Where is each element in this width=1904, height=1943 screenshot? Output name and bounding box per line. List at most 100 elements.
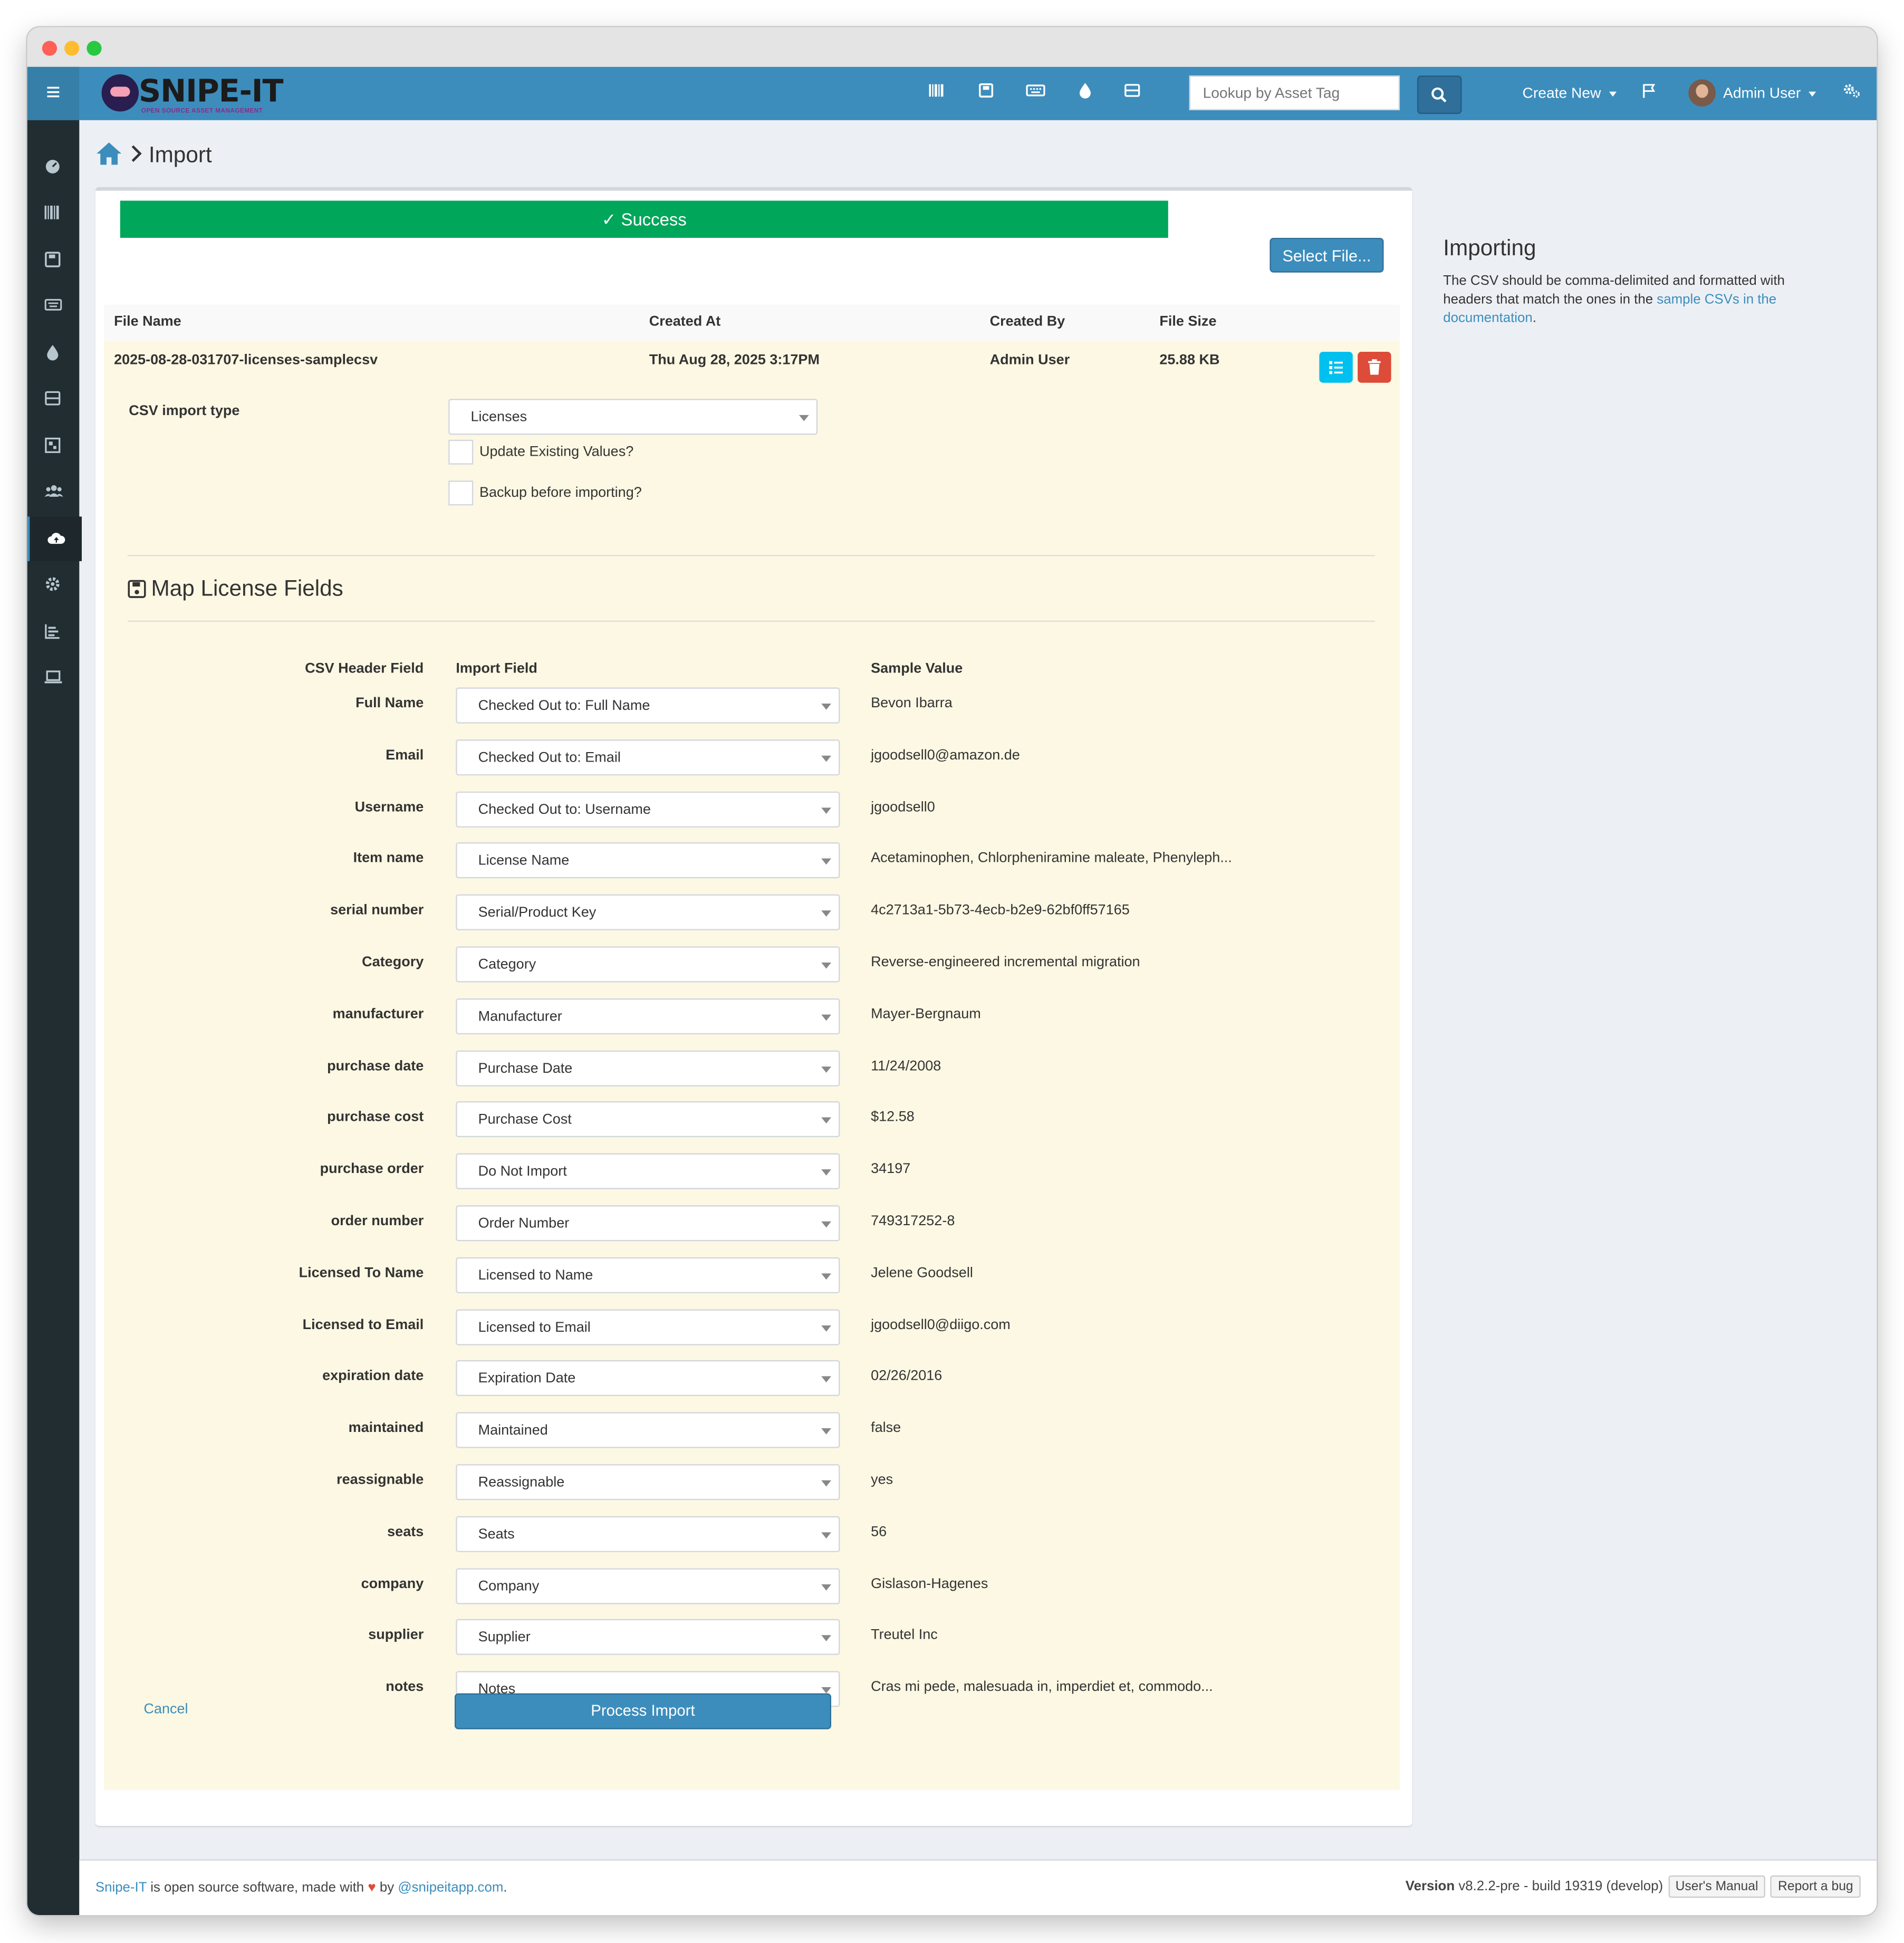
import-field-select[interactable]: Maintained (456, 1412, 840, 1448)
import-field-select[interactable]: Serial/Product Key (456, 894, 840, 930)
csv-header-cell: Email (104, 748, 424, 773)
logo[interactable]: SNIPE-IT OPEN SOURCE ASSET MANAGEMENT (99, 72, 310, 117)
import-field-select[interactable]: Do Not Import (456, 1153, 840, 1189)
sidebar-item-assets[interactable] (27, 191, 80, 236)
import-field-value: Company (478, 1579, 540, 1594)
process-import-button[interactable]: Process Import (454, 1693, 831, 1729)
user-menu-dropdown[interactable]: Admin User (1723, 84, 1816, 102)
sidebar-item-requestable[interactable] (27, 655, 80, 700)
import-field-select[interactable]: Licensed to Email (456, 1309, 840, 1345)
snipeitapp-link[interactable]: @snipeitapp.com (398, 1880, 503, 1895)
update-existing-checkbox[interactable] (448, 439, 474, 465)
sample-value: Reverse-engineered incremental migration (871, 955, 1140, 970)
divider (127, 620, 1376, 622)
hdd-icon[interactable] (977, 82, 999, 104)
import-field-select[interactable]: Purchase Date (456, 1050, 840, 1086)
mapping-row: Email Checked Out to: Email jgoodsell0@ama… (104, 739, 1400, 791)
import-field-heading: Import Field (456, 661, 537, 677)
sidebar-item-settings[interactable] (27, 562, 80, 607)
update-existing-label[interactable]: Update Existing Values? (479, 445, 633, 459)
import-field-value: Category (478, 957, 536, 973)
csv-header-name: Email (386, 748, 424, 763)
sidebar-item-dashboard[interactable] (27, 145, 80, 190)
import-field-select[interactable]: Order Number (456, 1205, 840, 1242)
home-icon[interactable] (95, 141, 123, 166)
caret-down-icon (821, 1066, 831, 1073)
import-field-select[interactable]: Expiration Date (456, 1360, 840, 1396)
column-header-file-size[interactable]: File Size (1159, 315, 1216, 330)
csv-header-cell: reassignable (104, 1473, 424, 1498)
snipe-it-link[interactable]: Snipe-IT (95, 1880, 147, 1895)
import-field-select[interactable]: Category (456, 946, 840, 983)
import-field-select[interactable]: Purchase Cost (456, 1101, 840, 1138)
version-label: Version (1405, 1879, 1455, 1894)
csv-header-name: expiration date (322, 1369, 424, 1384)
csv-header-cell: expiration date (104, 1369, 424, 1393)
caret-down-icon (1609, 91, 1617, 97)
column-header-created-by[interactable]: Created By (990, 315, 1065, 330)
mapping-row: seats Seats 56 (104, 1516, 1400, 1567)
csv-header-cell: maintained (104, 1421, 424, 1446)
cloud-upload-icon (47, 533, 65, 544)
sidebar-item-people[interactable] (27, 469, 80, 514)
csv-header-name: company (361, 1576, 424, 1592)
csv-header-name: Licensed to Email (302, 1318, 424, 1333)
file-name: 2025-08-28-031707-licenses-samplecsv (114, 353, 378, 368)
csv-header-cell: Username (104, 800, 424, 825)
minimize-window-button[interactable] (64, 41, 80, 56)
create-new-dropdown[interactable]: Create New (1523, 84, 1617, 102)
cogs-icon[interactable] (1842, 82, 1864, 104)
import-field-select[interactable]: Manufacturer (456, 998, 840, 1035)
cancel-link[interactable]: Cancel (143, 1702, 188, 1717)
import-field-select[interactable]: Checked Out to: Username (456, 791, 840, 828)
importing-help-title: Importing (1443, 235, 1536, 261)
csv-header-cell: Licensed To Name (104, 1266, 424, 1291)
csv-header-name: Category (362, 955, 424, 970)
barcode-icon[interactable] (928, 82, 950, 104)
tint-icon[interactable] (1076, 82, 1099, 104)
asset-tag-search-input[interactable] (1189, 75, 1400, 111)
import-field-select[interactable]: Seats (456, 1516, 840, 1552)
csv-header-name: reassignable (336, 1473, 424, 1488)
import-field-select[interactable]: Company (456, 1568, 840, 1604)
import-field-value: Checked Out to: Email (478, 751, 621, 766)
sidebar-item-accessories[interactable] (27, 284, 80, 329)
column-header-file-name[interactable]: File Name (114, 315, 181, 330)
flag-icon[interactable] (1640, 82, 1662, 104)
import-field-select[interactable]: Supplier (456, 1619, 840, 1655)
list-check-icon (1329, 361, 1343, 374)
sidebar-item-licenses[interactable] (27, 238, 80, 283)
delete-file-button[interactable] (1358, 352, 1391, 383)
sample-value: Acetaminophen, Chlorpheniramine maleate,… (871, 851, 1232, 866)
import-field-value: Purchase Cost (478, 1112, 572, 1128)
search-button[interactable] (1417, 75, 1462, 114)
sidebar-item-components[interactable] (27, 377, 80, 421)
report-bug-button[interactable]: Report a bug (1770, 1875, 1861, 1898)
server-icon[interactable] (1123, 82, 1146, 104)
users-manual-button[interactable]: User's Manual (1668, 1875, 1766, 1898)
import-field-select[interactable]: Licensed to Name (456, 1257, 840, 1294)
mapping-row: Licensed to Email Licensed to Email jgoods… (104, 1309, 1400, 1360)
process-file-button[interactable] (1319, 352, 1353, 383)
sidebar-item-consumables[interactable] (27, 331, 80, 376)
column-header-created-at[interactable]: Created At (649, 315, 721, 330)
csv-header-name: purchase cost (327, 1110, 424, 1125)
keyboard-icon[interactable] (1026, 82, 1048, 104)
user-avatar[interactable] (1688, 79, 1716, 107)
select-file-button[interactable]: Select File... (1270, 237, 1384, 273)
import-field-select[interactable]: License Name (456, 842, 840, 879)
sidebar-item-kits[interactable] (27, 424, 80, 468)
sidebar-toggle-icon[interactable]: ≡ (27, 66, 80, 120)
maximize-window-button[interactable] (86, 41, 102, 56)
import-field-select[interactable]: Checked Out to: Full Name (456, 687, 840, 724)
sidebar-item-import[interactable] (27, 516, 82, 561)
caret-down-icon (821, 910, 831, 917)
import-field-select[interactable]: Reassignable (456, 1464, 840, 1500)
backup-checkbox[interactable] (448, 480, 474, 506)
sidebar-item-reports[interactable] (27, 610, 80, 655)
csv-import-type-select[interactable]: Licenses (448, 399, 818, 435)
close-window-button[interactable] (42, 41, 57, 56)
backup-label[interactable]: Backup before importing? (479, 486, 642, 501)
file-created-at: Thu Aug 28, 2025 3:17PM (649, 353, 820, 368)
import-field-select[interactable]: Checked Out to: Email (456, 739, 840, 776)
